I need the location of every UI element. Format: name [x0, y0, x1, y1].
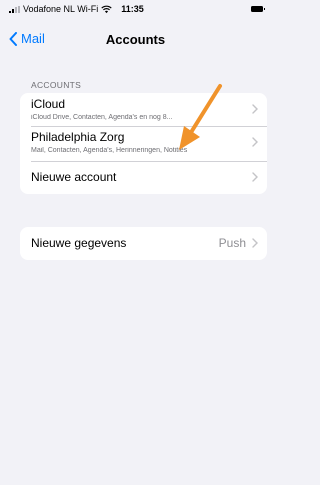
clock: 11:35	[121, 4, 144, 14]
account-subtitle: iCloud Drive, Contacten, Agenda's en nog…	[31, 114, 173, 121]
chevron-right-icon	[252, 172, 258, 182]
navigation-bar: Mail Accounts	[0, 26, 271, 54]
account-title: iCloud	[31, 97, 66, 111]
status-bar: Vodafone NL Wi-Fi 11:35	[0, 0, 271, 24]
page-title: Accounts	[105, 32, 166, 47]
wifi-icon	[101, 5, 112, 13]
add-account-label: Nieuwe account	[31, 170, 117, 184]
chevron-right-icon	[252, 104, 258, 114]
fetch-new-data-label: Nieuwe gegevens	[31, 236, 127, 250]
chevron-right-icon	[252, 238, 258, 248]
account-row-icloud[interactable]: iCloud iCloud Drive, Contacten, Agenda's…	[20, 93, 267, 126]
fetch-settings-group: Nieuwe gegevens Push	[20, 227, 267, 260]
chevron-right-icon	[252, 137, 258, 147]
battery-icon	[251, 6, 265, 12]
carrier-label: Vodafone NL Wi-Fi	[23, 4, 99, 14]
status-left: Vodafone NL Wi-Fi 11:35	[9, 4, 144, 14]
accounts-list: iCloud iCloud Drive, Contacten, Agenda's…	[20, 93, 267, 194]
fetch-new-data-row[interactable]: Nieuwe gegevens Push	[20, 227, 267, 260]
account-row-philadelphia-zorg[interactable]: Philadelphia Zorg Mail, Contacten, Agend…	[20, 126, 267, 161]
account-title: Philadelphia Zorg	[31, 130, 125, 144]
cellular-signal-icon	[9, 5, 20, 13]
add-account-row[interactable]: Nieuwe account	[20, 161, 267, 194]
section-header-accounts: ACCOUNTS	[31, 80, 82, 90]
account-subtitle: Mail, Contacten, Agenda's, Herinneringen…	[31, 147, 188, 154]
fetch-new-data-value: Push	[218, 236, 246, 250]
